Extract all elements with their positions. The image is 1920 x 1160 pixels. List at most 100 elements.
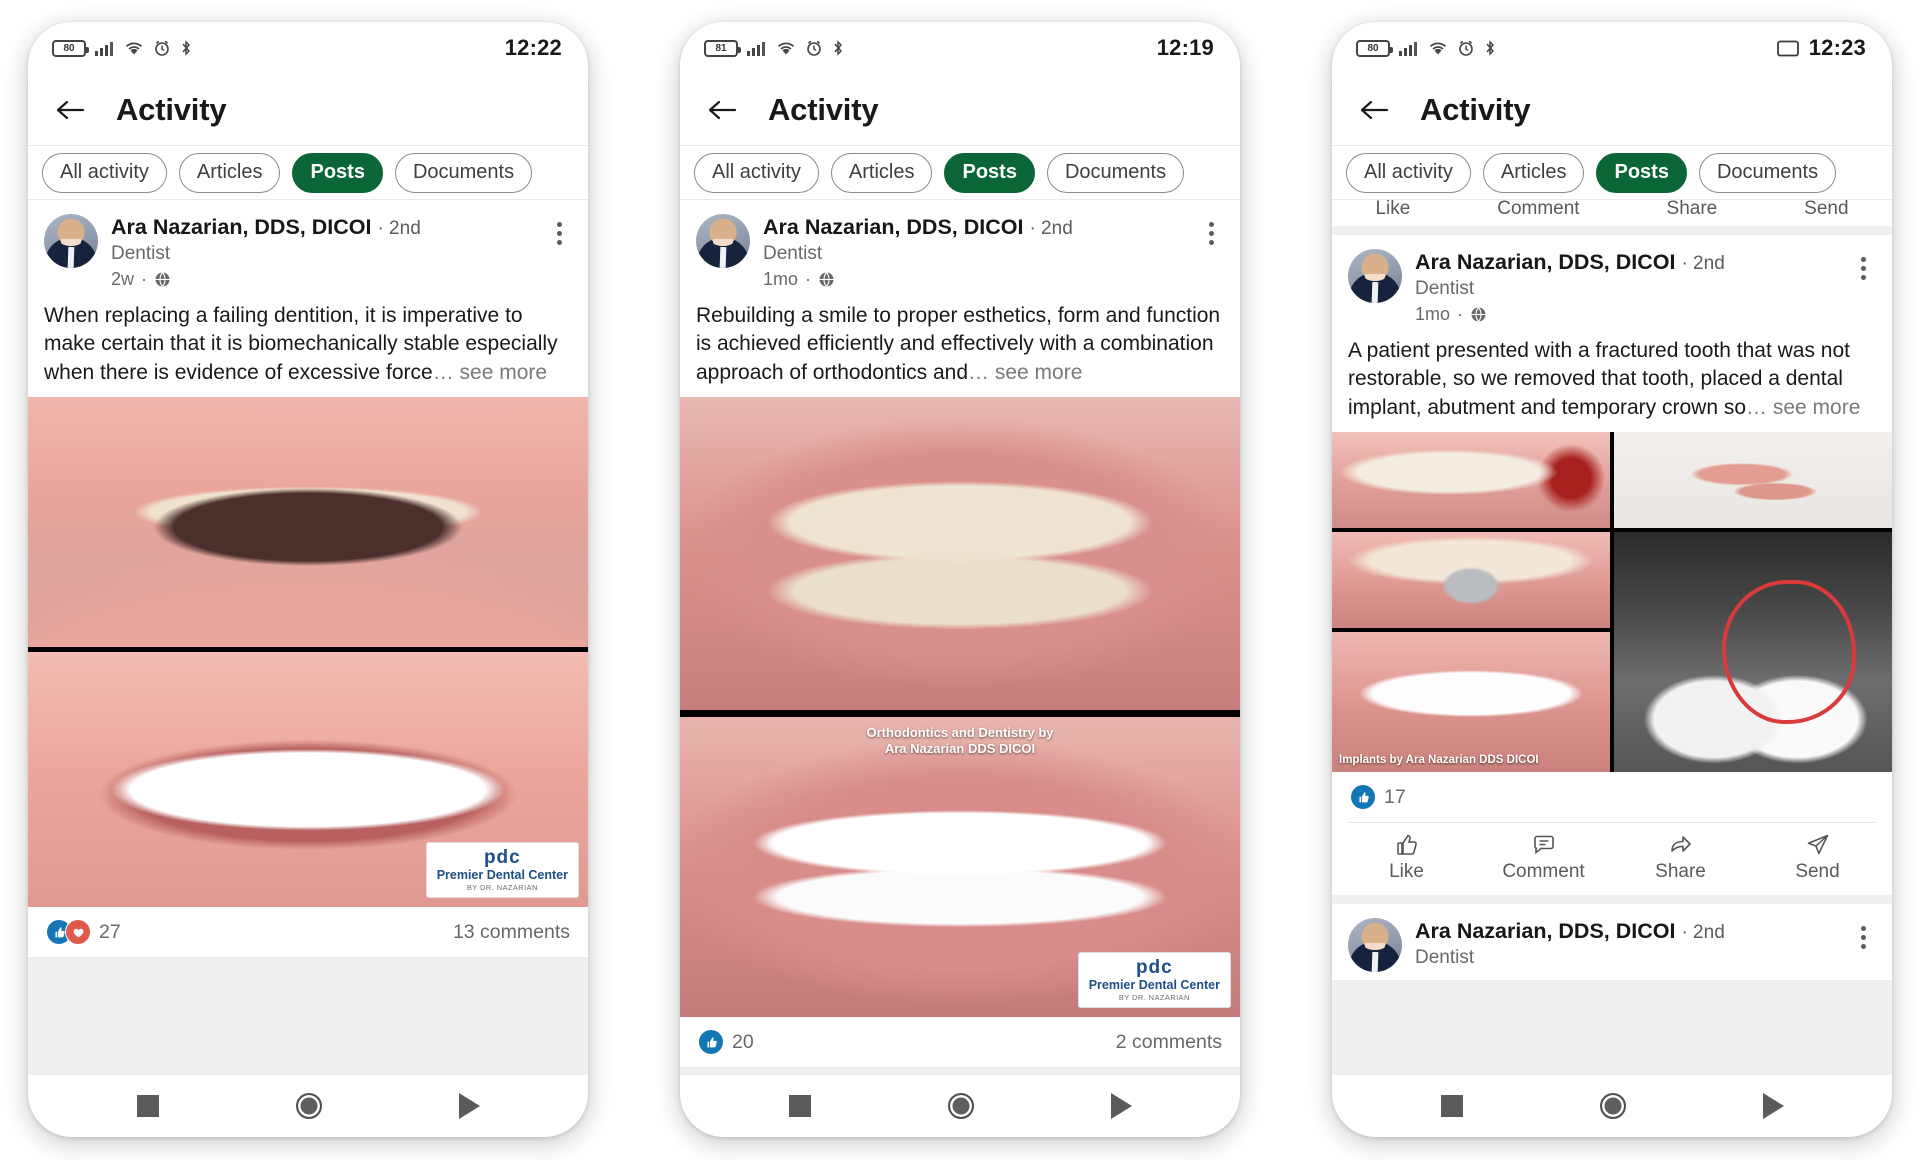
circle-icon[interactable] (1599, 1093, 1626, 1119)
avatar[interactable] (1348, 249, 1402, 303)
orthodontic-pre-op-photo[interactable] (680, 397, 1240, 718)
dental-xray-photo[interactable] (1614, 532, 1892, 773)
extracted-tooth-tissue-photo[interactable] (1614, 432, 1892, 529)
connection-degree: · 2nd (377, 218, 421, 239)
triangle-play-icon[interactable] (1762, 1093, 1784, 1119)
reaction-summary[interactable]: 17 (1350, 784, 1406, 811)
premier-dental-center-watermark: pdc Premier Dental Center BY DR. NAZARIA… (425, 842, 579, 899)
arrow-left-icon (56, 100, 85, 119)
clipped-comment-label[interactable]: Comment (1497, 200, 1579, 226)
like-button[interactable]: Like (1338, 833, 1475, 883)
clipped-send-label[interactable]: Send (1804, 200, 1848, 226)
comment-count[interactable]: 13 comments (453, 921, 570, 944)
square-icon[interactable] (136, 1095, 159, 1117)
post-options-button[interactable] (1198, 216, 1224, 250)
chip-posts[interactable]: Posts (292, 152, 383, 193)
chip-articles[interactable]: Articles (830, 152, 933, 193)
post-options-button[interactable] (1850, 251, 1876, 285)
dot-separator: · (1457, 304, 1464, 324)
send-button[interactable]: Send (1749, 833, 1886, 883)
reaction-summary[interactable]: 27 (46, 919, 121, 946)
share-button[interactable]: Share (1612, 833, 1749, 883)
activity-feed[interactable]: Ara Nazarian, DDS, DICOI · 2nd Dentist 2… (28, 200, 588, 1075)
post-body-text[interactable]: A patient presented with a fractured too… (1332, 333, 1892, 432)
implant-placement-photo[interactable] (1332, 532, 1610, 629)
activity-feed[interactable]: Ara Nazarian, DDS, DICOI · 2nd Dentist 1… (680, 200, 1240, 1075)
reaction-summary[interactable]: 20 (698, 1029, 754, 1056)
post-media-gallery[interactable]: Orthodontics and Dentistry by Ara Nazaria… (680, 397, 1240, 1018)
back-button[interactable] (704, 92, 740, 128)
final-crown-photo[interactable]: Implants by Ara Nazarian DDS DICOI (1332, 632, 1610, 773)
clipped-share-label[interactable]: Share (1667, 200, 1718, 226)
post-body-text[interactable]: Rebuilding a smile to proper esthetics, … (680, 298, 1240, 397)
post-author-name[interactable]: Ara Nazarian, DDS, DICOI · 2nd (1415, 250, 1837, 275)
activity-feed[interactable]: Like Comment Share Send Ara Nazarian, DD… (1332, 200, 1892, 1075)
back-button[interactable] (1356, 92, 1392, 128)
reaction-count: 20 (732, 1030, 754, 1053)
red-circle-marker (1722, 580, 1856, 725)
chip-all-activity[interactable]: All activity (42, 152, 167, 193)
triangle-play-icon[interactable] (1110, 1093, 1132, 1119)
see-more-link[interactable]: … see more (1746, 396, 1860, 419)
clipped-like-label[interactable]: Like (1375, 200, 1410, 226)
chip-articles[interactable]: Articles (178, 152, 281, 193)
avatar[interactable] (1348, 918, 1402, 973)
reaction-count: 27 (99, 920, 121, 943)
post-body-text[interactable]: When replacing a failing dentition, it i… (28, 298, 588, 397)
status-clock: 12:22 (504, 35, 562, 60)
chip-posts[interactable]: Posts (944, 152, 1035, 193)
reaction-icons (698, 1029, 724, 1056)
post-author-headline: Dentist (111, 243, 171, 265)
comment-count[interactable]: 2 comments (1116, 1031, 1222, 1054)
circle-icon[interactable] (295, 1093, 322, 1119)
app-bar: Activity (680, 74, 1240, 146)
dot-separator: · (805, 269, 812, 289)
post-header: Ara Nazarian, DDS, DICOI · 2nd Dentist 2… (28, 200, 588, 298)
author-name-text: Ara Nazarian, DDS, DICOI (1415, 250, 1676, 274)
pre-op-smile-photo[interactable] (28, 397, 588, 653)
post-author-name[interactable]: Ara Nazarian, DDS, DICOI · 2nd (1415, 919, 1837, 944)
alarm-icon (155, 40, 169, 56)
chip-documents[interactable]: Documents (1046, 152, 1185, 193)
premier-dental-center-watermark: pdc Premier Dental Center BY DR. NAZARIA… (1077, 952, 1231, 1009)
post-social-row: 20 2 comments (680, 1017, 1240, 1069)
chip-articles[interactable]: Articles (1482, 152, 1585, 193)
chip-all-activity[interactable]: All activity (1346, 152, 1471, 193)
back-button[interactable] (52, 92, 88, 128)
post-author-name[interactable]: Ara Nazarian, DDS, DICOI · 2nd (763, 215, 1185, 240)
avatar[interactable] (44, 214, 98, 268)
comment-button[interactable]: Comment (1475, 833, 1612, 883)
square-icon[interactable] (788, 1095, 811, 1117)
feed-divider-2 (1332, 895, 1892, 905)
post-social-row: 17 (1332, 772, 1892, 823)
see-more-link[interactable]: … see more (968, 361, 1082, 384)
post-card: Ara Nazarian, DDS, DICOI · 2nd Dentist 1… (1332, 235, 1892, 896)
filter-chip-row: All activity Articles Posts Documents (1332, 146, 1892, 200)
post-author-name[interactable]: Ara Nazarian, DDS, DICOI · 2nd (111, 215, 533, 240)
post-options-button[interactable] (1850, 920, 1876, 954)
chip-documents[interactable]: Documents (394, 152, 533, 193)
chip-all-activity[interactable]: All activity (694, 152, 819, 193)
avatar[interactable] (696, 214, 750, 268)
circle-icon[interactable] (947, 1093, 974, 1119)
post-media-gallery[interactable]: pdc Premier Dental Center BY DR. NAZARIA… (28, 397, 588, 908)
post-media-gallery[interactable]: Implants by Ara Nazarian DDS DICOI (1332, 432, 1892, 773)
pdc-watermark-name: Premier Dental Center (1088, 978, 1220, 993)
square-icon[interactable] (1440, 1095, 1463, 1117)
see-more-link[interactable]: … see more (433, 361, 547, 384)
post-options-button[interactable] (546, 216, 572, 250)
heart-reaction-icon (65, 919, 91, 946)
chip-posts[interactable]: Posts (1596, 152, 1687, 193)
triangle-play-icon[interactable] (458, 1093, 480, 1119)
post-op-smile-photo[interactable]: pdc Premier Dental Center BY DR. NAZARIA… (28, 652, 588, 908)
status-icons-left: 80 (1356, 39, 1496, 57)
post-timestamp-row: 1mo · (1415, 304, 1837, 325)
page-title: Activity (116, 91, 227, 127)
fractured-tooth-photo[interactable] (1332, 432, 1610, 529)
chip-documents[interactable]: Documents (1698, 152, 1837, 193)
orthodontic-post-op-photo[interactable]: Orthodontics and Dentistry by Ara Nazaria… (680, 717, 1240, 1018)
status-icons-left: 81 (704, 39, 844, 57)
alarm-icon (1459, 40, 1473, 56)
send-paper-plane-icon (1807, 834, 1828, 855)
bluetooth-icon (834, 40, 843, 56)
